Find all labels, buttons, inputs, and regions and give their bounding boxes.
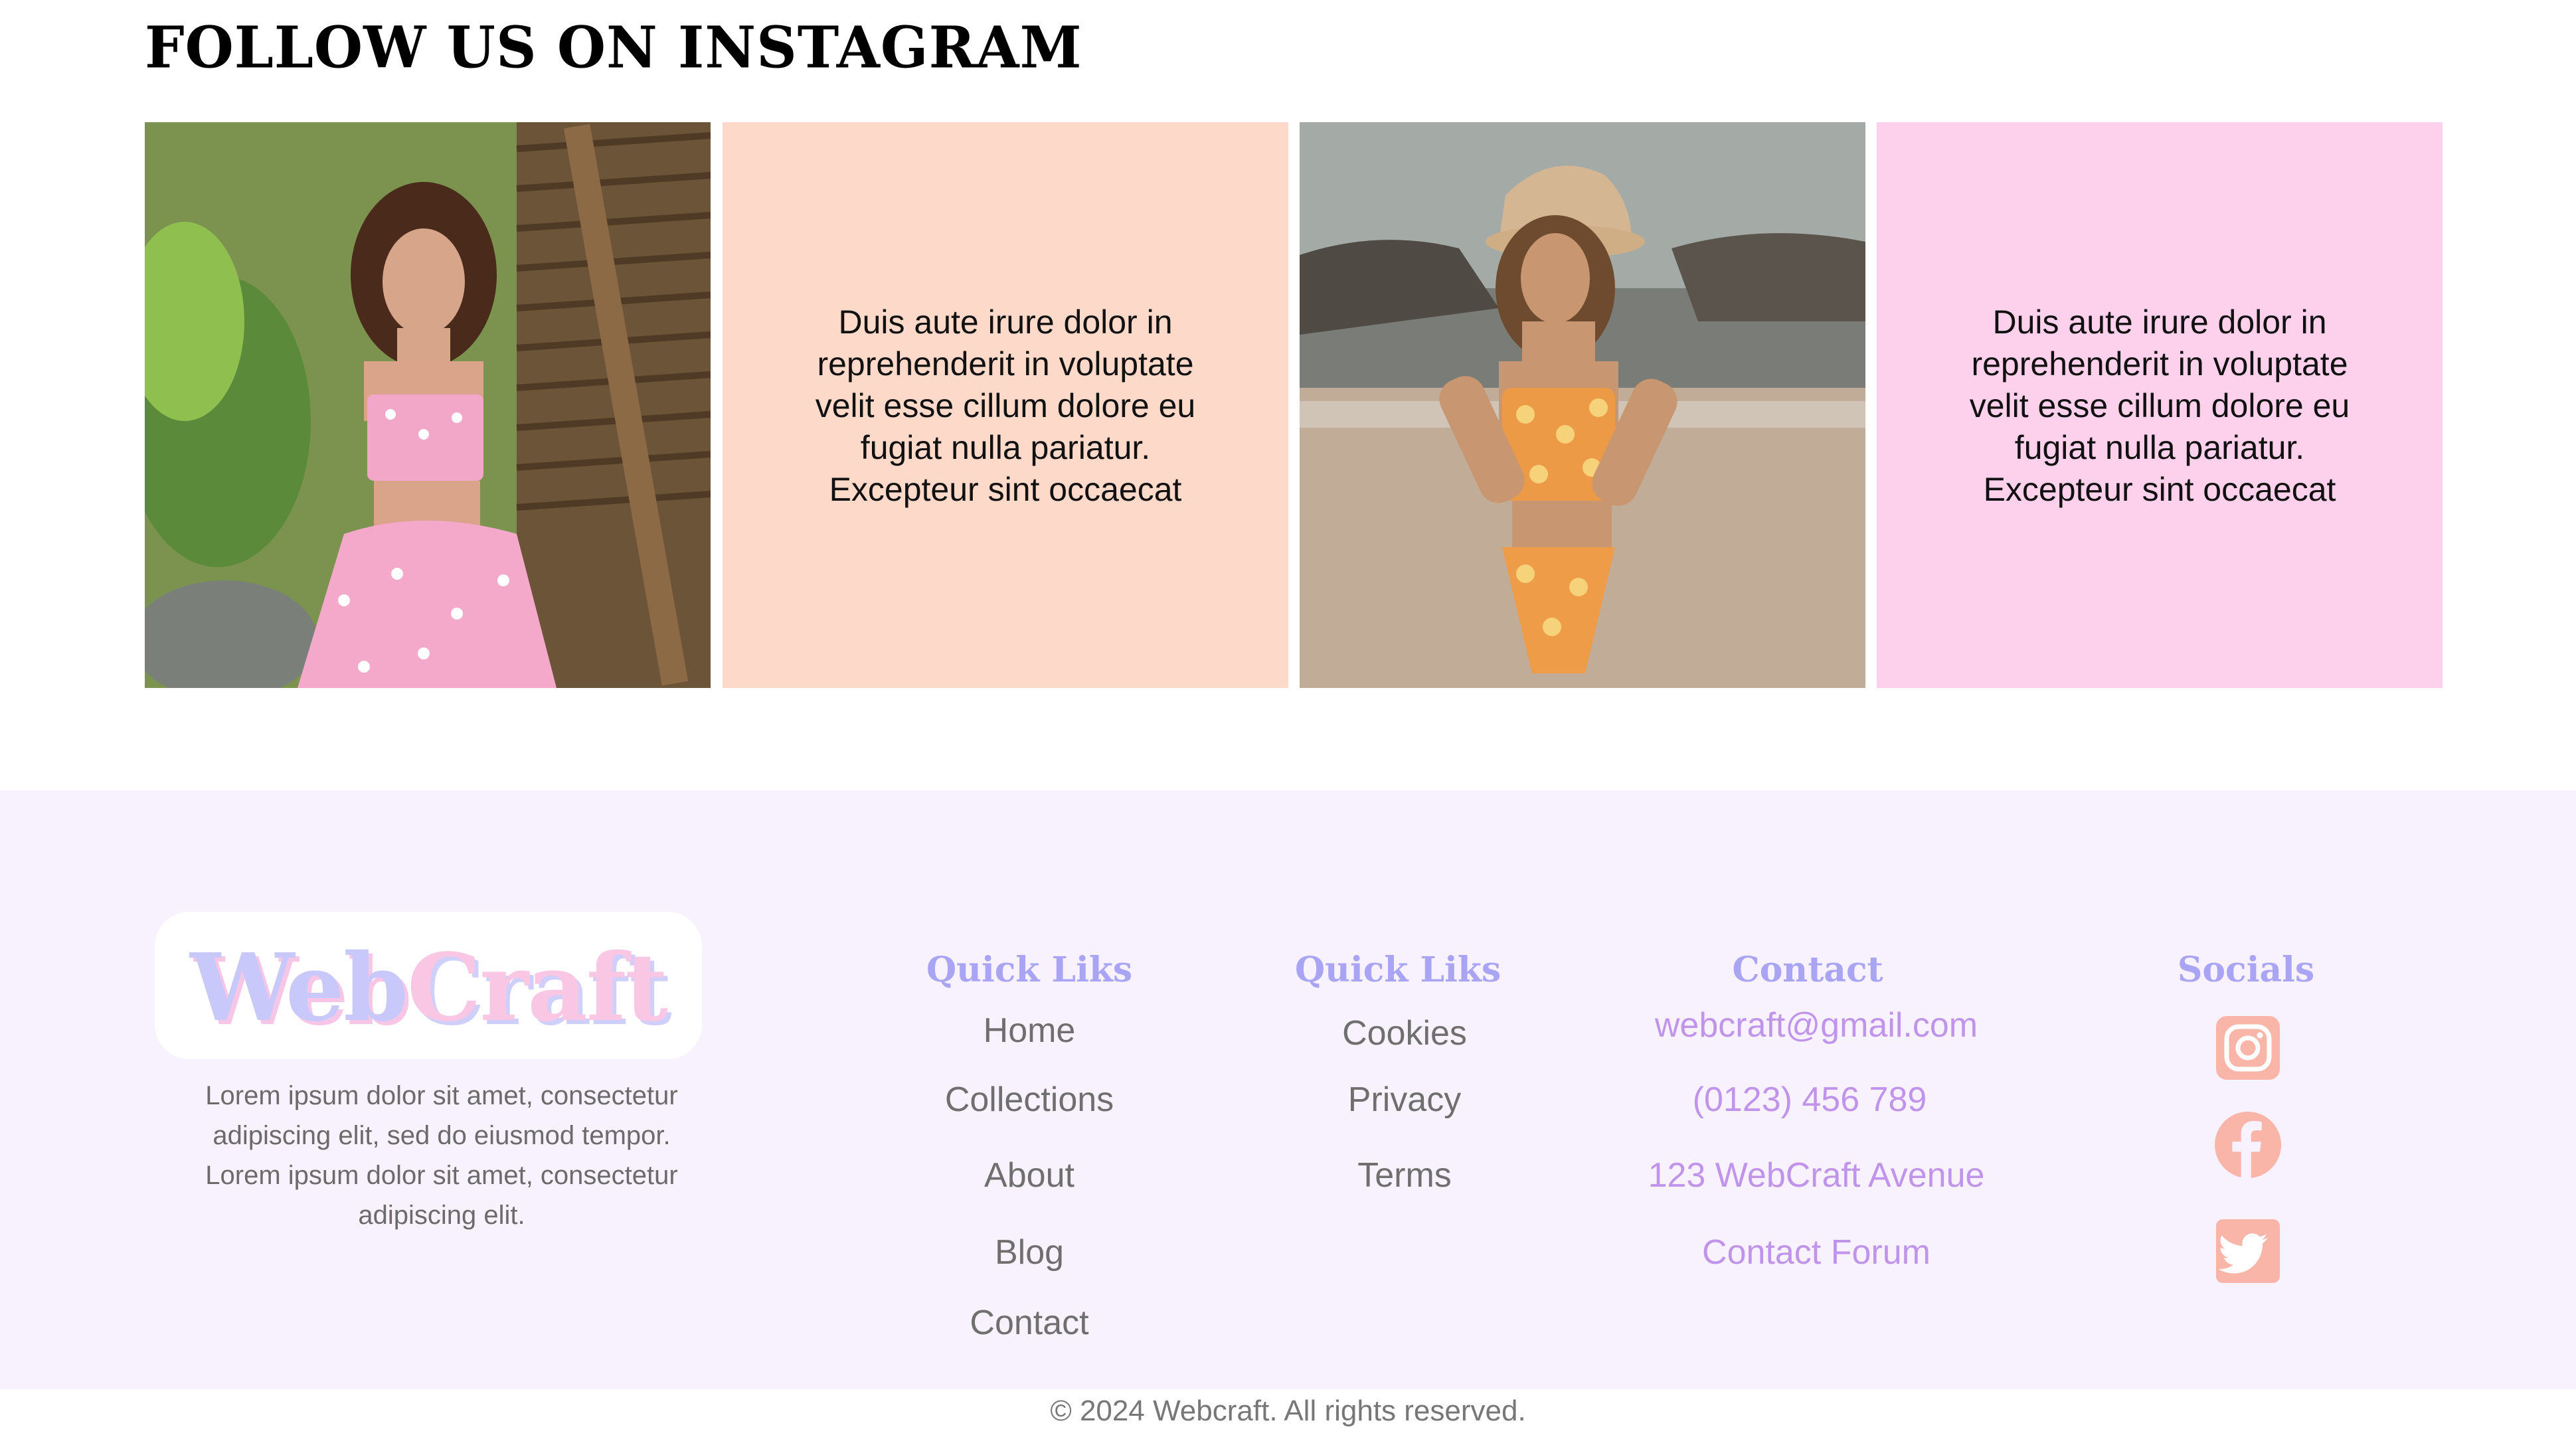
instagram-post-1[interactable] <box>145 122 711 688</box>
instagram-post-2[interactable]: Duis aute irure dolor in reprehenderit i… <box>723 122 1288 688</box>
contact-forum-link[interactable]: Contact Forum <box>1584 1233 2049 1272</box>
facebook-icon[interactable] <box>2215 1112 2281 1178</box>
contact-phone[interactable]: (0123) 456 789 <box>1577 1080 2042 1120</box>
quick-links-1-heading: Quick Liks <box>926 950 1133 990</box>
footer-link-contact[interactable]: Contact <box>797 1303 1262 1343</box>
footer-link-privacy[interactable]: Privacy <box>1172 1080 1637 1120</box>
copyright-text: © 2024 Webcraft. All rights reserved. <box>1050 1395 1526 1427</box>
footer-link-terms[interactable]: Terms <box>1172 1155 1637 1195</box>
footer-link-blog[interactable]: Blog <box>797 1233 1262 1272</box>
footer-link-cookies[interactable]: Cookies <box>1172 1013 1637 1053</box>
contact-email[interactable]: webcraft@gmail.com <box>1584 1005 2049 1045</box>
instagram-section-title: FOLLOW US ON INSTAGRAM <box>145 14 1082 81</box>
logo-web-text: Web <box>190 934 408 1043</box>
twitter-icon[interactable] <box>2215 1218 2281 1284</box>
woman-pink-dress-photo <box>145 122 711 688</box>
quick-links-2-heading: Quick Liks <box>1294 950 1502 990</box>
instagram-icon[interactable] <box>2215 1015 2281 1081</box>
footer-logo[interactable]: WebCraft <box>155 912 702 1059</box>
instagram-post-4[interactable]: Duis aute irure dolor in reprehenderit i… <box>1877 122 2443 688</box>
contact-address[interactable]: 123 WebCraft Avenue <box>1584 1155 2049 1195</box>
woman-floral-swimsuit-photo <box>1300 122 1865 688</box>
socials-heading: Socials <box>2177 950 2315 990</box>
contact-heading: Contact <box>1732 950 1883 990</box>
instagram-post-4-text: Duis aute irure dolor in reprehenderit i… <box>1969 303 2350 508</box>
instagram-post-2-text: Duis aute irure dolor in reprehenderit i… <box>815 303 1196 508</box>
footer-about-text: Lorem ipsum dolor sit amet, consectetur … <box>205 1081 678 1230</box>
logo-craft-text: Craft <box>406 934 668 1043</box>
instagram-post-3[interactable] <box>1300 122 1865 688</box>
